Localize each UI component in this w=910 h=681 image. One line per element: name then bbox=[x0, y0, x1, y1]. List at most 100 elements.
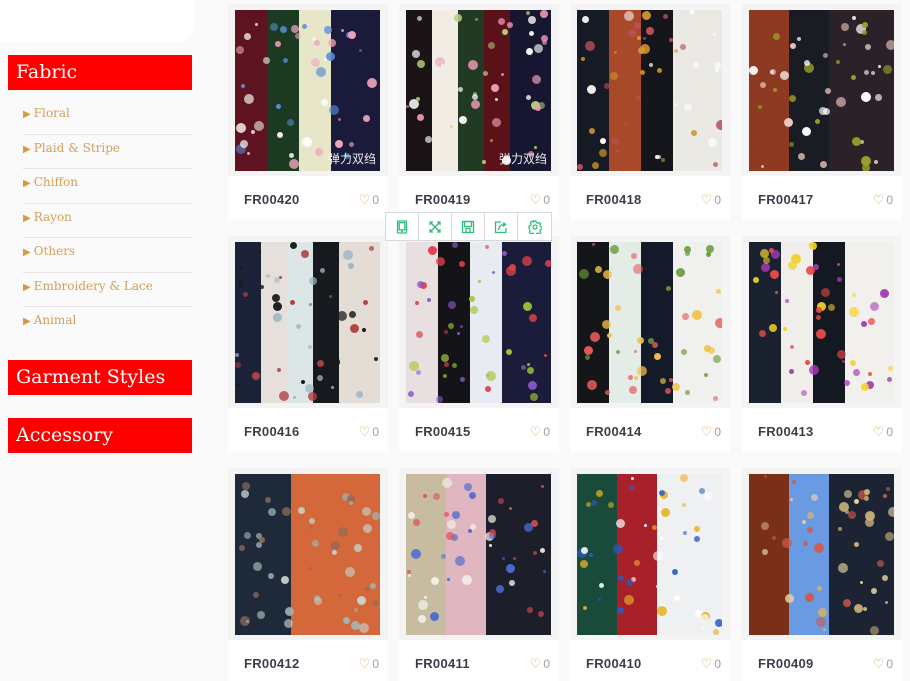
product-code[interactable]: FR00410 bbox=[586, 656, 642, 671]
subcategory-chiffon[interactable]: ▶ Chiffon bbox=[23, 169, 192, 204]
product-image[interactable]: 弹力双绉 bbox=[406, 10, 551, 171]
fabric-motif bbox=[502, 29, 508, 35]
fullscreen-button[interactable] bbox=[419, 213, 452, 240]
product-card[interactable]: 弹力双绉 FR00420 ♡ 0 bbox=[228, 4, 388, 220]
product-image[interactable] bbox=[406, 474, 551, 635]
product-image[interactable] bbox=[749, 242, 894, 403]
product-card[interactable]: FR00412 ♡ 0 bbox=[228, 468, 388, 681]
fabric-motif bbox=[861, 383, 869, 391]
product-image[interactable] bbox=[577, 10, 722, 171]
like-button[interactable]: ♡ 0 bbox=[701, 424, 721, 440]
fabric-motif bbox=[634, 22, 641, 29]
product-card[interactable]: 弹力双绉 FR00419 ♡ 0 bbox=[399, 4, 559, 220]
product-code[interactable]: FR00419 bbox=[415, 192, 471, 207]
product-image[interactable] bbox=[577, 242, 722, 403]
fabric-motif bbox=[454, 14, 462, 22]
fabric-motif bbox=[246, 620, 249, 623]
product-card[interactable]: FR00411 ♡ 0 bbox=[399, 468, 559, 681]
like-button[interactable]: ♡ 0 bbox=[701, 656, 721, 672]
like-button[interactable]: ♡ 0 bbox=[530, 424, 550, 440]
share-button[interactable] bbox=[485, 213, 518, 240]
product-code[interactable]: FR00417 bbox=[758, 192, 814, 207]
product-code[interactable]: FR00414 bbox=[586, 424, 642, 439]
product-code[interactable]: FR00420 bbox=[244, 192, 300, 207]
fabric-motif bbox=[802, 520, 806, 524]
product-card[interactable]: FR00417 ♡ 0 bbox=[742, 4, 902, 220]
tablet-view-button[interactable] bbox=[386, 213, 419, 240]
subcategory-others[interactable]: ▶ Others bbox=[23, 238, 192, 273]
product-card[interactable]: FR00415 ♡ 0 bbox=[399, 236, 559, 452]
fabric-motif bbox=[657, 606, 667, 616]
subcategory-plaid-stripe[interactable]: ▶ Plaid & Stripe bbox=[23, 135, 192, 169]
fabric-motif bbox=[540, 548, 545, 553]
product-image[interactable] bbox=[749, 10, 894, 171]
subcategory-floral[interactable]: ▶ Floral bbox=[23, 100, 192, 135]
product-image[interactable] bbox=[577, 474, 722, 635]
product-image[interactable] bbox=[235, 242, 380, 403]
save-button[interactable] bbox=[452, 213, 485, 240]
product-caption: FR00417 ♡ 0 bbox=[742, 176, 902, 220]
product-code[interactable]: FR00416 bbox=[244, 424, 300, 439]
arrow-right-icon: ▶ bbox=[23, 109, 31, 120]
product-image[interactable] bbox=[406, 242, 551, 403]
fabric-motif bbox=[885, 532, 894, 541]
product-code[interactable]: FR00409 bbox=[758, 656, 814, 671]
product-code[interactable]: FR00415 bbox=[415, 424, 471, 439]
heart-icon: ♡ bbox=[872, 192, 885, 207]
product-image[interactable] bbox=[235, 474, 380, 635]
product-code[interactable]: FR00413 bbox=[758, 424, 814, 439]
fabric-motif bbox=[343, 617, 350, 624]
product-code[interactable]: FR00412 bbox=[244, 656, 300, 671]
fabric-motif bbox=[253, 562, 262, 571]
product-code[interactable]: FR00411 bbox=[415, 656, 470, 671]
like-button[interactable]: ♡ 0 bbox=[701, 192, 721, 208]
like-button[interactable]: ♡ 0 bbox=[530, 656, 550, 672]
fabric-motif bbox=[535, 105, 541, 111]
fabric-motif bbox=[321, 99, 328, 106]
fabric-motif bbox=[863, 607, 867, 611]
fabric-motif bbox=[871, 71, 875, 75]
fabric-motif bbox=[789, 369, 794, 374]
product-code[interactable]: FR00418 bbox=[586, 192, 642, 207]
like-button[interactable]: ♡ 0 bbox=[359, 656, 379, 672]
like-button[interactable]: ♡ 0 bbox=[530, 192, 550, 208]
fabric-motif bbox=[309, 518, 315, 524]
product-card[interactable]: FR00413 ♡ 0 bbox=[742, 236, 902, 452]
product-image[interactable]: 弹力双绉 bbox=[235, 10, 380, 171]
fabric-motif bbox=[870, 302, 879, 311]
arrow-right-icon: ▶ bbox=[23, 143, 31, 155]
subcategory-rayon[interactable]: ▶ Rayon bbox=[23, 204, 192, 238]
like-button[interactable]: ♡ 0 bbox=[873, 424, 893, 440]
subcategory-embroidery-lace[interactable]: ▶ Embroidery & Lace bbox=[23, 273, 192, 307]
fabric-motif bbox=[298, 507, 305, 514]
fabric-motif bbox=[363, 300, 368, 305]
fabric-motif bbox=[349, 501, 353, 505]
product-card[interactable]: FR00414 ♡ 0 bbox=[570, 236, 730, 452]
settings-button[interactable] bbox=[518, 213, 551, 240]
fabric-motif bbox=[882, 575, 888, 581]
fabric-motif bbox=[608, 502, 614, 508]
product-image[interactable] bbox=[749, 474, 894, 635]
fabric-motif bbox=[301, 380, 305, 384]
like-button[interactable]: ♡ 0 bbox=[359, 424, 379, 440]
category-accessory[interactable]: Accessory bbox=[8, 417, 192, 453]
like-button[interactable]: ♡ 0 bbox=[873, 192, 893, 208]
fabric-motif bbox=[430, 612, 439, 621]
fabric-motif bbox=[239, 545, 245, 551]
category-garment-styles[interactable]: Garment Styles bbox=[8, 359, 192, 395]
fabric-motif bbox=[634, 350, 637, 353]
category-fabric[interactable]: Fabric bbox=[8, 55, 192, 90]
fabric-motif bbox=[702, 626, 705, 629]
product-card[interactable]: FR00409 ♡ 0 bbox=[742, 468, 902, 681]
like-button[interactable]: ♡ 0 bbox=[873, 656, 893, 672]
fabric-motif bbox=[287, 119, 294, 126]
product-card[interactable]: FR00418 ♡ 0 bbox=[570, 4, 730, 220]
fabric-motif bbox=[789, 95, 796, 102]
fabric-motif bbox=[595, 266, 602, 273]
fabric-motif bbox=[761, 263, 770, 272]
product-card[interactable]: FR00416 ♡ 0 bbox=[228, 236, 388, 452]
subcategory-animal[interactable]: ▶ Animal bbox=[23, 307, 192, 342]
fabric-motif bbox=[411, 549, 421, 559]
product-card[interactable]: FR00410 ♡ 0 bbox=[570, 468, 730, 681]
like-button[interactable]: ♡ 0 bbox=[359, 192, 379, 208]
